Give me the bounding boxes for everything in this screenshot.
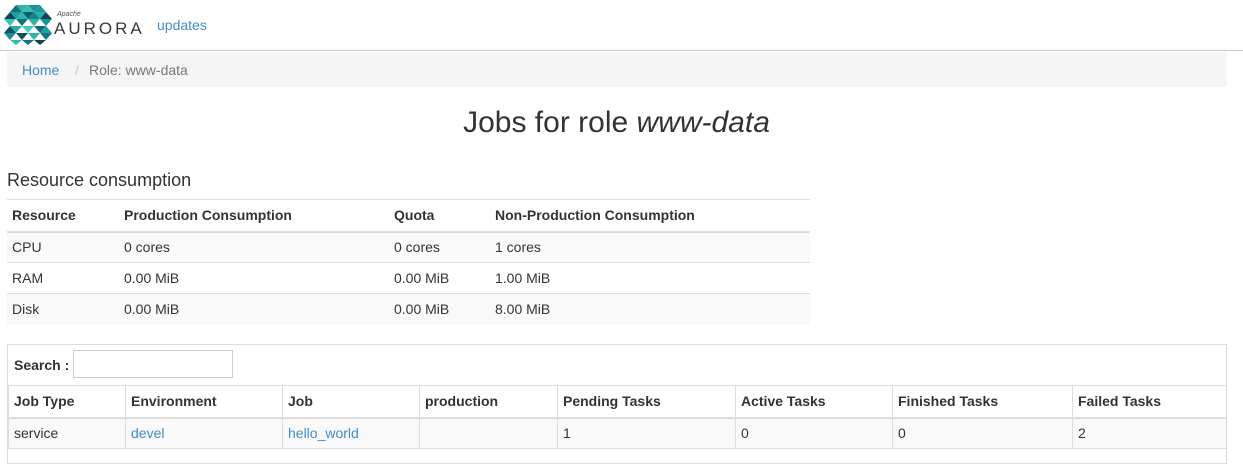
page-title: Jobs for role www-data	[0, 106, 1233, 140]
logo-aurora-text: AURORA	[54, 19, 145, 38]
column-header-failed-tasks[interactable]: Failed Tasks	[1072, 385, 1227, 419]
jobs-table-header: Job Type Environment Job production Pend…	[8, 385, 1227, 419]
aurora-logo[interactable]: Apache AURORA	[4, 5, 142, 45]
column-header-pending-tasks[interactable]: Pending Tasks	[557, 385, 736, 419]
table-cell: CPU	[7, 231, 119, 263]
finished-tasks-cell: 0	[892, 417, 1073, 449]
table-cell: RAM	[7, 262, 119, 294]
breadcrumb-separator: /	[75, 62, 79, 78]
aurora-logo-icon	[4, 5, 52, 45]
table-row: service devel hello_world 1 0 0 2	[8, 417, 1227, 449]
table-cell: 0.00 MiB	[389, 293, 490, 325]
environment-link[interactable]: devel	[131, 425, 164, 441]
resource-table-header: Resource Production Consumption Quota No…	[7, 199, 810, 233]
active-tasks-cell: 0	[735, 417, 893, 449]
table-cell: 0.00 MiB	[389, 262, 490, 294]
failed-tasks-cell: 2	[1072, 417, 1227, 449]
page-title-role: www-data	[636, 106, 770, 139]
resource-table: Resource Production Consumption Quota No…	[7, 199, 810, 325]
environment-cell: devel	[125, 417, 283, 449]
column-header-production-consumption: Production Consumption	[119, 199, 389, 233]
table-cell: 8.00 MiB	[490, 293, 810, 325]
table-cell: 1 cores	[490, 231, 810, 263]
column-header-active-tasks[interactable]: Active Tasks	[735, 385, 893, 419]
search-label: Search :	[14, 357, 70, 373]
top-navbar: Apache AURORA updates	[0, 0, 1243, 51]
table-cell: 0.00 MiB	[119, 262, 389, 294]
resource-row-cpu: CPU 0 cores 0 cores 1 cores	[7, 231, 810, 263]
breadcrumb-home-link[interactable]: Home	[22, 62, 59, 78]
resource-row-disk: Disk 0.00 MiB 0.00 MiB 8.00 MiB	[7, 293, 810, 325]
search-input[interactable]	[73, 350, 233, 378]
breadcrumb: Home / Role: www-data	[7, 52, 1227, 87]
table-cell: 1.00 MiB	[490, 262, 810, 294]
table-cell: 0 cores	[119, 231, 389, 263]
column-header-quota: Quota	[389, 199, 490, 233]
resource-row-ram: RAM 0.00 MiB 0.00 MiB 1.00 MiB	[7, 262, 810, 294]
nav-link-updates[interactable]: updates	[157, 17, 207, 33]
production-cell	[419, 417, 558, 449]
page-title-prefix: Jobs for role	[463, 106, 629, 139]
column-header-environment[interactable]: Environment	[125, 385, 283, 419]
column-header-job[interactable]: Job	[282, 385, 420, 419]
table-cell: 0.00 MiB	[119, 293, 389, 325]
column-header-production[interactable]: production	[419, 385, 558, 419]
column-header-job-type[interactable]: Job Type	[8, 385, 126, 419]
job-type-cell: service	[8, 417, 126, 449]
jobs-table: Job Type Environment Job production Pend…	[8, 385, 1227, 449]
job-cell: hello_world	[282, 417, 420, 449]
job-link[interactable]: hello_world	[288, 425, 359, 441]
pending-tasks-cell: 1	[557, 417, 736, 449]
table-cell: 0 cores	[389, 231, 490, 263]
column-header-non-production-consumption: Non-Production Consumption	[490, 199, 810, 233]
jobs-panel: Search : Job Type Environment Job produc…	[7, 344, 1227, 464]
column-header-resource: Resource	[7, 199, 119, 233]
table-cell: Disk	[7, 293, 119, 325]
breadcrumb-current: Role: www-data	[89, 62, 188, 78]
resource-consumption-title: Resource consumption	[7, 170, 192, 190]
column-header-finished-tasks[interactable]: Finished Tasks	[892, 385, 1073, 419]
logo-apache-text: Apache	[57, 11, 81, 18]
